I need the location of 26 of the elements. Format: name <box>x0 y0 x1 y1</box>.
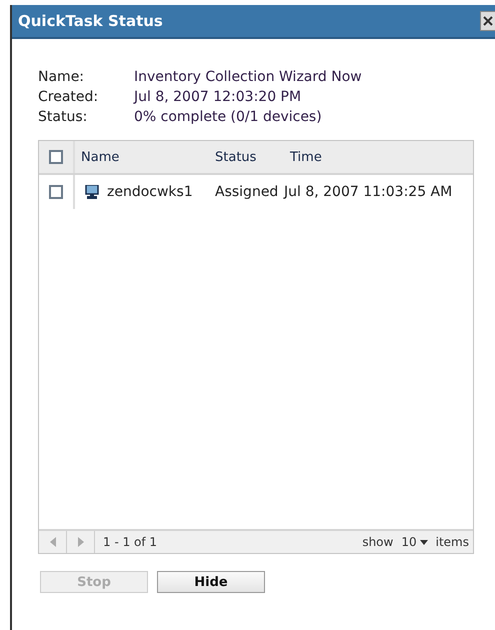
caret-icon <box>420 540 428 544</box>
table-cell-text: Assigned <box>214 184 280 200</box>
checkbox[interactable] <box>49 150 63 164</box>
field-value: Inventory Collection Wizard Now <box>134 69 363 85</box>
page-size-dropdown[interactable]: 10 <box>401 535 428 549</box>
table-cell-text: Jul 8, 2007 11:03:25 AM <box>284 184 454 200</box>
field-value: 0% complete (0/1 devices) <box>134 109 323 125</box>
field-label: Status: <box>38 109 88 125</box>
computer-icon <box>85 185 99 199</box>
next-page-icon <box>78 537 84 547</box>
items-label: items <box>436 535 469 549</box>
column-header[interactable]: Name <box>75 150 209 164</box>
page-range: 1 - 1 of 1 <box>102 535 158 549</box>
close-button[interactable] <box>480 11 495 31</box>
previous-page-icon <box>50 537 56 547</box>
show-label: show <box>362 535 394 549</box>
field-label: Name: <box>38 69 86 85</box>
device-name: zendocwks1 <box>107 184 193 200</box>
column-header[interactable]: Status <box>209 150 284 164</box>
field-label: Created: <box>38 89 100 105</box>
column-header[interactable]: Time <box>284 150 473 164</box>
action-button[interactable]: Hide <box>157 571 265 593</box>
close-icon <box>483 16 493 26</box>
window-title: QuickTask Status <box>18 12 163 30</box>
field-value: Jul 8, 2007 12:03:20 PM <box>134 89 302 105</box>
checkbox[interactable] <box>49 185 63 199</box>
